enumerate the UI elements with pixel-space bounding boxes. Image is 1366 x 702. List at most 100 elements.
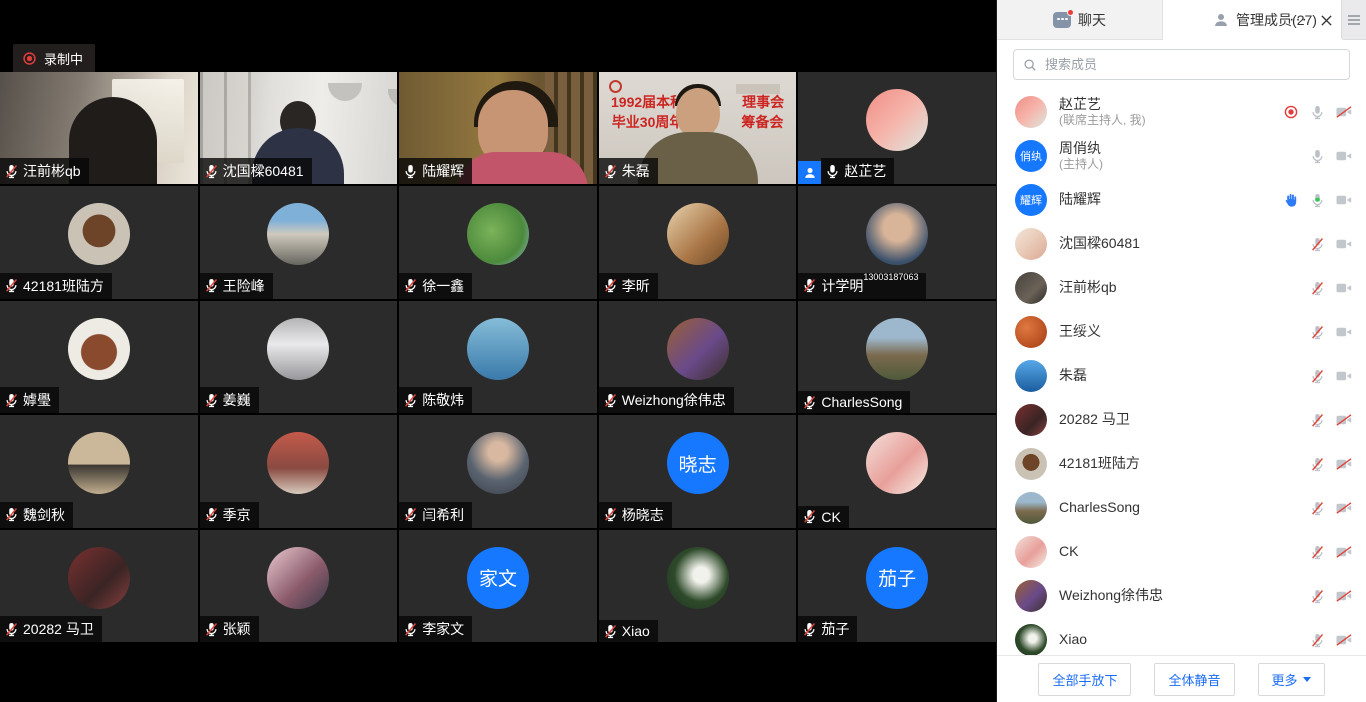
mic-muted-icon [603,278,618,293]
video-tile[interactable]: 家文 李家文 [399,530,597,642]
video-tile[interactable]: 计学明13003187063 [798,186,996,298]
video-tile[interactable]: 魏剑秋 [0,415,198,527]
avatar [1015,272,1047,304]
camera-off-icon[interactable] [1336,634,1352,646]
member-row[interactable]: 汪前彬qb [997,266,1366,310]
video-tile[interactable]: 季京 [200,415,398,527]
member-row[interactable]: 42181班陆方 [997,442,1366,486]
participant-name: CK [821,509,840,525]
mic-muted-icon[interactable] [1310,413,1325,428]
slide-text: 毕业30周年 [612,112,684,132]
camera-off-icon[interactable] [1336,106,1352,118]
video-tile[interactable]: 姜巍 [200,301,398,413]
member-row[interactable]: 20282 马卫 [997,398,1366,442]
tile-name-bar: 42181班陆方 [0,273,112,299]
video-tile[interactable]: Xiao [599,530,797,642]
mute-all-button[interactable]: 全体静音 [1154,663,1234,696]
video-tile[interactable]: 赵芷艺 [798,72,996,184]
mic-muted-icon[interactable] [1310,545,1325,560]
video-tile[interactable]: CharlesSong [798,301,996,413]
camera-on-icon[interactable] [1336,282,1352,294]
mic-muted-icon[interactable] [1310,457,1325,472]
mic-muted-icon[interactable] [1310,281,1325,296]
mic-muted-icon[interactable] [1310,589,1325,604]
tile-name-bar: 姜巍 [200,387,259,413]
lower-all-hands-button[interactable]: 全部手放下 [1038,663,1131,696]
member-row[interactable]: 王绥义 [997,310,1366,354]
member-name: 汪前彬qb [1059,279,1117,297]
tile-name-bar: 沈国樑60481 [200,158,312,184]
video-tile[interactable]: 陈敬炜 [399,301,597,413]
camera-off-icon[interactable] [1336,502,1352,514]
search-members-input[interactable] [1043,56,1340,73]
more-button[interactable]: 更多 [1258,663,1325,696]
mic-muted-icon[interactable] [1310,633,1325,648]
tile-name-bar: 茄子 [798,616,857,642]
participant-name: 计学明13003187063 [821,276,918,296]
tab-chat[interactable]: 聊天 [997,0,1163,40]
mic-on-icon[interactable] [1310,149,1325,164]
video-grid-area: 录制中 汪前彬qb 沈国樑60481 陆耀辉 1992届本科理事会 毕业30周年… [0,0,996,702]
mic-muted-icon [603,164,618,179]
camera-off-icon[interactable] [1336,546,1352,558]
mic-muted-icon[interactable] [1310,237,1325,252]
video-tile[interactable]: 沈国樑60481 [200,72,398,184]
avatar [267,432,329,494]
camera-on-icon[interactable] [1336,238,1352,250]
more-options-icon[interactable]: ··· [1289,15,1308,25]
video-tile[interactable]: 徐一鑫 [399,186,597,298]
panel-menu-toggle[interactable] [1341,0,1366,40]
mic-muted-icon [603,393,618,408]
avatar [667,203,729,265]
mic-speaking-icon[interactable] [1310,193,1325,208]
video-tile[interactable]: 晓志 杨晓志 [599,415,797,527]
member-row[interactable]: Weizhong徐伟忠 [997,574,1366,618]
avatar [267,318,329,380]
video-tile[interactable]: 李昕 [599,186,797,298]
avatar [467,318,529,380]
member-row[interactable]: 耀辉陆耀辉 [997,178,1366,222]
video-tile[interactable]: 42181班陆方 [0,186,198,298]
search-box[interactable] [1013,49,1350,80]
video-tile[interactable]: 汪前彬qb [0,72,198,184]
video-tile[interactable]: 1992届本科理事会 毕业30周年筹备会 机械与动 朱磊 [599,72,797,184]
camera-on-icon[interactable] [1336,150,1352,162]
member-name: 陆耀辉 [1059,191,1101,209]
member-row[interactable]: 赵芷艺(联席主持人, 我) [997,90,1366,134]
video-tile[interactable]: 茄子 茄子 [798,530,996,642]
mic-muted-icon[interactable] [1310,325,1325,340]
camera-on-icon[interactable] [1336,194,1352,206]
video-tile[interactable]: 陆耀辉 [399,72,597,184]
mic-muted-icon[interactable] [1310,501,1325,516]
camera-on-icon[interactable] [1336,326,1352,338]
camera-off-icon[interactable] [1336,414,1352,426]
participant-name: Weizhong徐伟忠 [622,390,726,410]
participant-name: Xiao [622,623,650,639]
mic-muted-icon [603,624,618,639]
member-row[interactable]: 朱磊 [997,354,1366,398]
avatar [467,432,529,494]
recording-indicator-icon [1283,104,1299,120]
member-row[interactable]: CharlesSong [997,486,1366,530]
meeting-window: 录制中 汪前彬qb 沈国樑60481 陆耀辉 1992届本科理事会 毕业30周年… [0,0,1366,702]
tab-manage-members[interactable]: 管理成员(27) ··· [1163,0,1341,40]
avatar [866,203,928,265]
video-tile[interactable]: 嫭璺 [0,301,198,413]
member-row[interactable]: Xiao [997,618,1366,655]
close-panel-icon[interactable] [1320,14,1333,27]
video-tile[interactable]: 20282 马卫 [0,530,198,642]
video-tile[interactable]: CK [798,415,996,527]
video-tile[interactable]: Weizhong徐伟忠 [599,301,797,413]
member-row[interactable]: 沈国樑60481 [997,222,1366,266]
member-row[interactable]: 俏纨周俏纨(主持人) [997,134,1366,178]
video-tile[interactable]: 闫希利 [399,415,597,527]
member-row[interactable]: CK [997,530,1366,574]
video-tile[interactable]: 张颖 [200,530,398,642]
camera-on-icon[interactable] [1336,370,1352,382]
camera-off-icon[interactable] [1336,458,1352,470]
member-name: 赵芷艺 [1059,96,1146,114]
camera-off-icon[interactable] [1336,590,1352,602]
video-tile[interactable]: 王险峰 [200,186,398,298]
mic-on-icon[interactable] [1310,105,1325,120]
mic-muted-icon[interactable] [1310,369,1325,384]
